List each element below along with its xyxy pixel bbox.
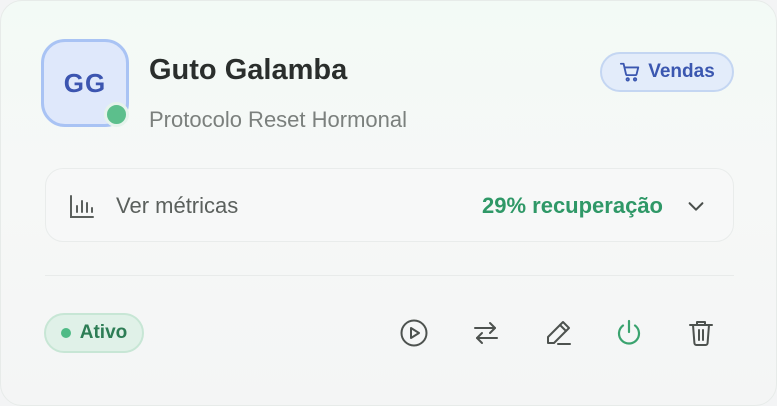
sales-label: Vendas [648,61,715,82]
delete-button[interactable] [684,315,718,351]
metrics-label: Ver métricas [116,193,239,218]
chevron-down-icon [688,202,704,211]
status-dot [60,328,71,338]
metrics-toggle[interactable]: Ver métricas 29% recuperação [45,168,734,242]
swap-icon [474,322,498,344]
edit-icon [547,321,571,345]
online-status-dot [104,102,129,127]
swap-button[interactable] [469,315,503,351]
trash-icon [689,321,713,346]
status-badge: Ativo [44,313,144,353]
client-name: Guto Galamba [149,54,348,86]
edit-button[interactable] [541,315,575,351]
avatar-initials: GG [63,67,107,98]
play-icon [400,319,428,347]
cart-icon [620,62,640,82]
sales-button[interactable]: Vendas [600,52,734,92]
bar-chart-icon [70,195,94,218]
divider [45,275,734,276]
protocol-name: Protocolo Reset Hormonal [149,107,408,132]
client-card: GG Guto Galamba Protocolo Reset Hormonal… [0,0,777,406]
status-label: Ativo [79,322,128,343]
play-button[interactable] [397,315,431,351]
power-icon [617,319,641,345]
power-button[interactable] [612,315,646,351]
recovery-rate: 29% recuperação [482,193,663,218]
